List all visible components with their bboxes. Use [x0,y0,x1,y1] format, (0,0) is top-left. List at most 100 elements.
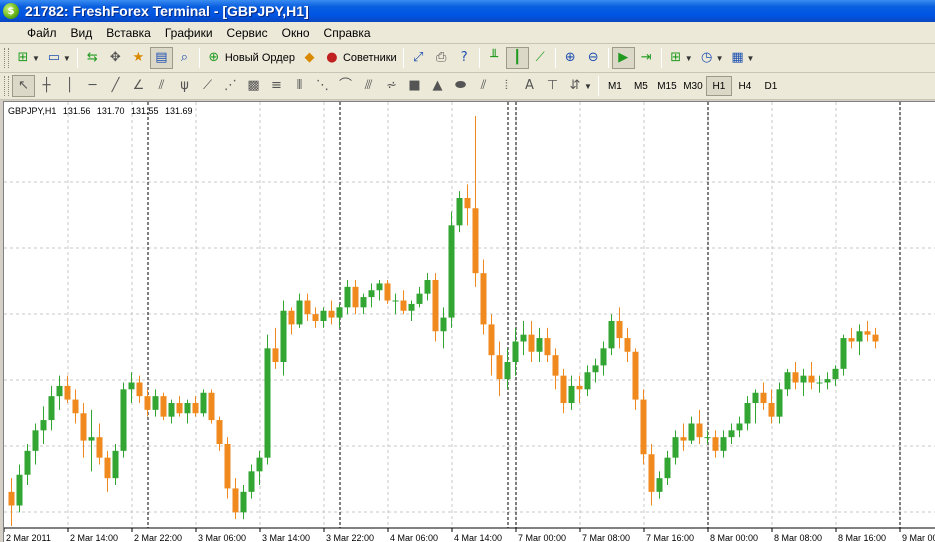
timeframe-m1-button[interactable]: M1 [602,76,628,96]
printer-icon: ⎙ [435,50,447,65]
gann-line-button[interactable]: ⟋ [196,75,219,97]
candlestick-chart[interactable]: 2 Mar 2011 2 Mar 14:00 2 Mar 22:00 3 Mar 06… [4,102,935,542]
fibo-fan-button[interactable]: ⋱ [311,75,334,97]
zoom-out-button[interactable]: ⊖ [582,47,605,69]
fibo-timezones-button[interactable]: ⦀ [288,75,311,97]
fullscreen-button[interactable]: ⤢ [407,47,430,69]
line-chart-icon: ⟋ [535,50,545,65]
bear-candle [528,334,535,352]
gann-grid-button[interactable]: ▩ [242,75,265,97]
new-order-button[interactable]: ⊕ Новый Ордер [203,47,298,69]
cycle-lines-button[interactable]: ⦙ [495,75,518,97]
fibo-arcs-button[interactable]: ⌒ [334,75,357,97]
bear-candle [224,444,231,489]
auto-scroll-button[interactable]: ▶ [611,47,635,69]
help-button[interactable]: ? [453,47,476,69]
fibo-retracement-button[interactable]: ≡ [265,75,288,97]
tester-button[interactable]: ⌕ [173,47,196,69]
help-icon: ? [460,50,468,65]
timeframe-d1-button[interactable]: D1 [758,76,784,96]
bear-candle [680,437,687,441]
menu-help[interactable]: Справка [317,22,378,44]
bear-candle [696,423,703,438]
profiles-button[interactable]: ▭ ▼ [43,47,74,69]
timeframe-m15-button[interactable]: M15 [654,76,680,96]
toolbar-separator [402,48,404,68]
bull-candle [336,307,343,318]
toolbar-grip[interactable] [4,76,9,96]
line-chart-button[interactable]: ⟋ [529,47,552,69]
advisors-button[interactable]: ● Советники [321,47,400,69]
arrows-button[interactable]: ⇵ ▼ [564,75,595,97]
star-folder-icon: ★ [132,50,145,65]
zoom-in-button[interactable]: ⊕ [559,47,582,69]
x-axis-label: 3 Mar 14:00 [262,533,310,542]
timeframe-h4-button[interactable]: H4 [732,76,758,96]
bull-candle [512,341,519,362]
print-button[interactable]: ⎙ [430,47,453,69]
timeframe-m30-button[interactable]: M30 [680,76,706,96]
menu-window[interactable]: Окно [275,22,317,44]
gann-fan-button[interactable]: ⋰ [219,75,242,97]
text-label-button[interactable]: ⊤ [541,75,564,97]
bear-candle [216,420,223,444]
chart-low: 131.55 [130,106,159,116]
bull-candle [504,362,511,380]
menu-view[interactable]: Вид [64,22,100,44]
regression-channel-button[interactable]: ⫽ [472,75,495,97]
timeframe-m5-button[interactable]: M5 [628,76,654,96]
fibo-channel-button[interactable]: ⩫ [380,75,403,97]
indicators-button[interactable]: ⊞ ▼ [665,47,696,69]
toolbar-grip[interactable] [4,48,9,68]
title-bar[interactable]: $ 21782: FreshForex Terminal - [GBPJPY,H… [0,0,935,22]
vertical-line-button[interactable]: │ [58,75,81,97]
rectangle-button[interactable]: ■ [403,75,426,97]
market-watch-button[interactable]: ⇆ [81,47,104,69]
bull-candle [736,423,743,431]
templates-button[interactable]: ▦ ▼ [727,47,758,69]
chart-window[interactable]: 2 Mar 2011 2 Mar 14:00 2 Mar 22:00 3 Mar 06… [3,101,935,542]
candlestick-chart-button[interactable]: ┃ [505,47,529,69]
bull-candle [520,334,527,342]
bear-candle [136,382,143,397]
menu-tools[interactable]: Сервис [220,22,275,44]
fibo-expansion-button[interactable]: ⫻ [357,75,380,97]
bear-candle [480,273,487,325]
x-axis-label: 3 Mar 06:00 [198,533,246,542]
bull-candle [360,297,367,308]
periods-button[interactable]: ◷ ▼ [696,47,727,69]
bull-candle [40,420,47,431]
bar-chart-button[interactable]: ╨ [483,47,506,69]
crosshair-tool-button[interactable]: ┼ [35,75,58,97]
data-window-button[interactable]: ✥ [104,47,127,69]
channel-button[interactable]: ⫽ [150,75,173,97]
menu-file[interactable]: Файл [20,22,64,44]
new-chart-button[interactable]: ⊞ ▼ [12,47,43,69]
bull-candle [280,310,287,362]
chart-open: 131.56 [62,106,91,116]
meta-editor-button[interactable]: ◆ [298,47,321,69]
terminal-button[interactable]: ▤ [149,47,173,69]
bull-candle [128,382,135,390]
navigator-button[interactable]: ★ [127,47,150,69]
x-axis-label: 7 Mar 08:00 [582,533,630,542]
trend-by-angle-button[interactable]: ∠ [127,75,150,97]
clock-icon: ◷ [700,50,713,65]
timeframe-h1-button[interactable]: H1 [705,76,732,96]
trendline-button[interactable]: ╱ [104,75,127,97]
menu-charts[interactable]: Графики [158,22,220,44]
profiles-icon: ▭ [47,50,61,65]
crosshair-icon: ┼ [42,78,51,93]
menu-insert[interactable]: Вставка [99,22,158,44]
x-axis-label: 7 Mar 00:00 [518,533,566,542]
pitchfork-button[interactable]: ψ [173,75,196,97]
triangle-button[interactable]: ▲ [426,75,449,97]
arrows-icon: ⇵ [569,78,581,93]
chart-shift-button[interactable]: ⇥ [635,47,658,69]
horizontal-line-button[interactable]: ─ [81,75,104,97]
chevron-down-icon: ▼ [715,53,724,63]
bull-candle [152,396,159,410]
ellipse-button[interactable]: ⬬ [449,75,472,97]
text-button[interactable]: A [518,75,541,97]
cursor-tool-button[interactable]: ↖ [12,75,35,97]
